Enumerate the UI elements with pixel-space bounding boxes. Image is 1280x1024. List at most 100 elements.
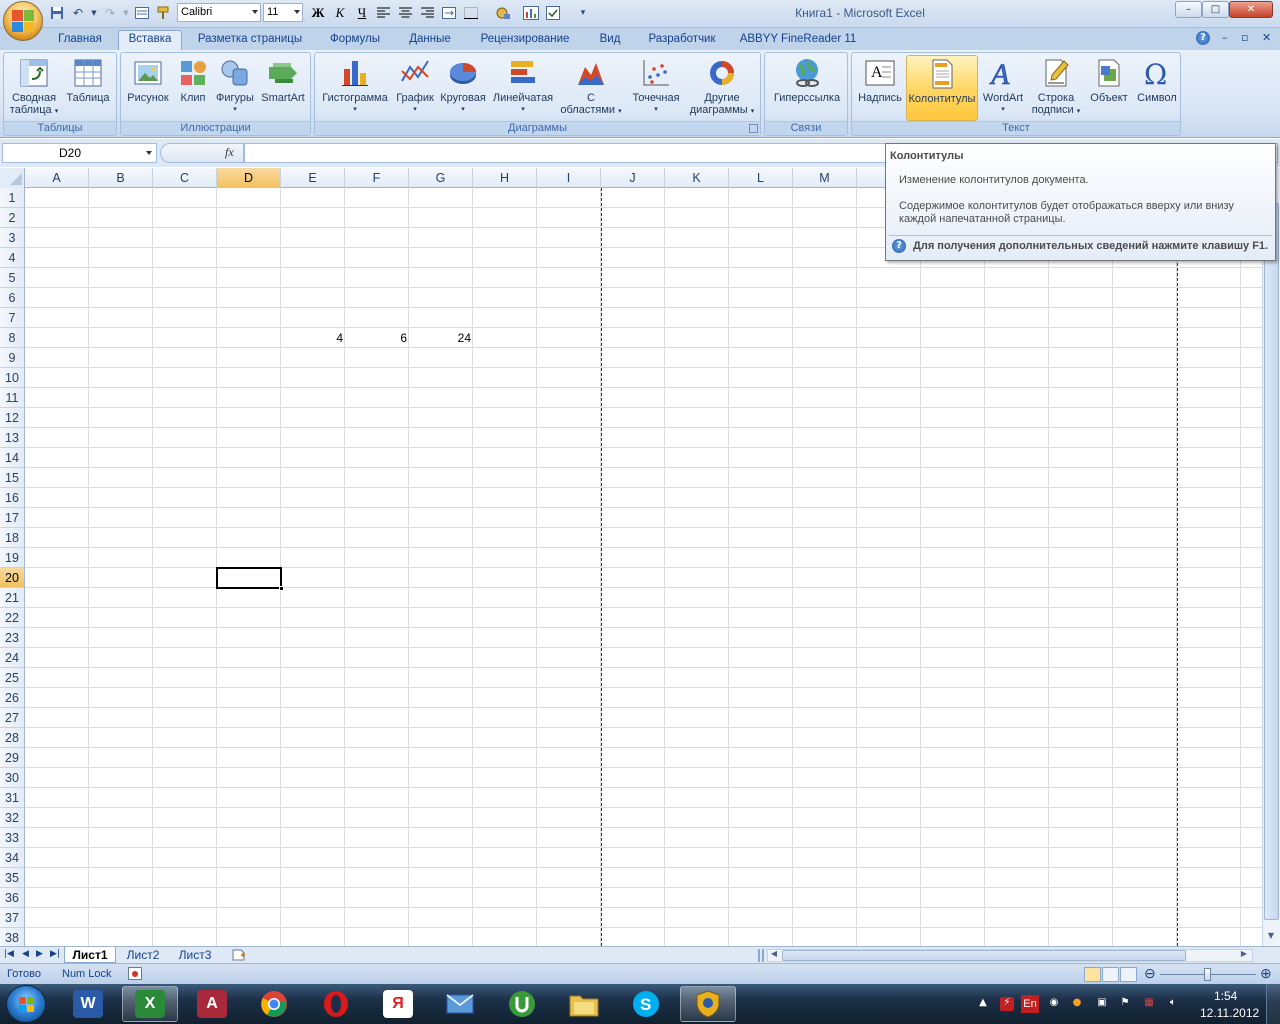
vertical-scroll-thumb[interactable] <box>1264 203 1279 920</box>
cell-area[interactable]: 4 6 24 <box>25 188 1262 946</box>
row-header-2[interactable]: 2 <box>0 208 25 228</box>
tab-page-layout[interactable]: Разметка страницы <box>190 31 310 50</box>
row-header-5[interactable]: 5 <box>0 268 25 288</box>
hyperlink-button[interactable]: Гиперссылка <box>769 55 845 121</box>
row-header-32[interactable]: 32 <box>0 808 25 828</box>
insert-sheet-button[interactable] <box>226 947 252 963</box>
taskbar-utorrent[interactable] <box>494 986 550 1022</box>
undo-icon[interactable]: ↶ <box>69 4 87 22</box>
clock-time[interactable]: 1:54 <box>1214 989 1237 1003</box>
row-header-21[interactable]: 21 <box>0 588 25 608</box>
check-button[interactable] <box>543 3 563 22</box>
header-footer-button[interactable]: Колонтитулы <box>906 55 978 121</box>
histogram-button[interactable]: Гистограмма ▾ <box>317 55 393 121</box>
tab-data[interactable]: Данные <box>400 31 460 50</box>
row-header-10[interactable]: 10 <box>0 368 25 388</box>
column-header-c[interactable]: C <box>153 168 217 188</box>
bar-chart-button[interactable]: Линейчатая ▾ <box>489 55 557 121</box>
row-header-8[interactable]: 8 <box>0 328 25 348</box>
fill-handle[interactable] <box>279 586 284 591</box>
pie-chart-button[interactable]: Круговая ▾ <box>437 55 489 121</box>
column-header-e[interactable]: E <box>281 168 345 188</box>
row-header-27[interactable]: 27 <box>0 708 25 728</box>
row-header-22[interactable]: 22 <box>0 608 25 628</box>
chevron-down-icon[interactable] <box>146 151 152 155</box>
action-center-flag-icon[interactable]: ⚑ <box>1118 997 1132 1011</box>
bold-button[interactable]: Ж <box>308 3 328 22</box>
underline-button[interactable]: Ч <box>352 3 372 22</box>
row-header-30[interactable]: 30 <box>0 768 25 788</box>
prev-sheet-icon[interactable]: ◀ <box>22 949 29 959</box>
row-header-4[interactable]: 4 <box>0 248 25 268</box>
tab-developer[interactable]: Разработчик <box>638 31 726 50</box>
row-header-26[interactable]: 26 <box>0 688 25 708</box>
tab-insert[interactable]: Вставка <box>118 30 182 51</box>
taskbar-opera[interactable] <box>308 986 364 1022</box>
start-button[interactable] <box>6 985 46 1023</box>
sheet-tab-2[interactable]: Лист2 <box>118 947 168 963</box>
row-header-29[interactable]: 29 <box>0 748 25 768</box>
name-box[interactable]: D20 <box>2 143 157 163</box>
row-header-14[interactable]: 14 <box>0 448 25 468</box>
row-header-28[interactable]: 28 <box>0 728 25 748</box>
row-header-35[interactable]: 35 <box>0 868 25 888</box>
first-sheet-icon[interactable]: |◀ <box>4 949 14 959</box>
tray-monitor-icon[interactable]: ▣ <box>1095 997 1109 1011</box>
align-center-button[interactable] <box>395 3 415 22</box>
row-header-33[interactable]: 33 <box>0 828 25 848</box>
zoom-out-icon[interactable]: ⊖ <box>1144 965 1156 982</box>
dialog-launcher-icon[interactable] <box>749 124 758 133</box>
row-header-19[interactable]: 19 <box>0 548 25 568</box>
clip-art-button[interactable]: Клип <box>173 55 213 121</box>
column-header-a[interactable]: A <box>25 168 89 188</box>
table-button[interactable]: Таблица <box>62 55 114 121</box>
language-indicator[interactable]: En <box>1021 995 1039 1013</box>
italic-button[interactable]: К <box>330 3 350 22</box>
taskbar-skype[interactable]: S <box>618 986 674 1022</box>
taskbar-mail[interactable] <box>432 986 488 1022</box>
redo-dropdown-icon[interactable]: ▼ <box>122 4 130 22</box>
undo-dropdown-icon[interactable]: ▼ <box>90 4 98 22</box>
form-icon[interactable] <box>133 4 151 22</box>
column-header-k[interactable]: K <box>665 168 729 188</box>
taskbar-security[interactable] <box>680 986 736 1022</box>
row-header-37[interactable]: 37 <box>0 908 25 928</box>
format-painter-icon[interactable] <box>154 4 172 22</box>
taskbar-chrome[interactable] <box>246 986 302 1022</box>
office-button[interactable] <box>3 1 43 41</box>
column-header-j[interactable]: J <box>601 168 665 188</box>
object-button[interactable]: Объект <box>1084 55 1134 121</box>
row-header-13[interactable]: 13 <box>0 428 25 448</box>
row-header-17[interactable]: 17 <box>0 508 25 528</box>
mdi-minimize-icon[interactable]: – <box>1222 31 1228 44</box>
tab-split-handle[interactable] <box>758 949 764 962</box>
pivot-table-button[interactable]: Сводная таблица ▾ <box>6 55 62 121</box>
horizontal-scroll-thumb[interactable] <box>782 950 1186 961</box>
zoom-slider-thumb[interactable] <box>1204 968 1211 981</box>
maximize-button[interactable]: □ <box>1202 1 1229 18</box>
column-header-g[interactable]: G <box>409 168 473 188</box>
row-header-3[interactable]: 3 <box>0 228 25 248</box>
horizontal-scrollbar[interactable]: ◀ ▶ <box>767 949 1253 962</box>
taskbar-access[interactable]: A <box>184 986 240 1022</box>
sheet-tab-1[interactable]: Лист1 <box>64 947 116 963</box>
row-header-25[interactable]: 25 <box>0 668 25 688</box>
row-header-34[interactable]: 34 <box>0 848 25 868</box>
taskbar-explorer[interactable] <box>556 986 612 1022</box>
row-header-9[interactable]: 9 <box>0 348 25 368</box>
shapes-button[interactable]: Фигуры ▾ <box>213 55 257 121</box>
active-cell-d20[interactable] <box>216 567 284 591</box>
insert-function-button[interactable]: fx <box>225 145 234 160</box>
row-header-36[interactable]: 36 <box>0 888 25 908</box>
area-chart-button[interactable]: С областями ▾ <box>557 55 625 121</box>
column-header-f[interactable]: F <box>345 168 409 188</box>
network-tray-icon[interactable]: ◉ <box>1047 997 1061 1011</box>
show-hidden-icons[interactable]: ▲ <box>976 997 990 1011</box>
smartart-button[interactable]: SmartArt <box>257 55 309 121</box>
column-header-d[interactable]: D <box>217 168 281 188</box>
row-header-12[interactable]: 12 <box>0 408 25 428</box>
mdi-restore-icon[interactable]: ▫ <box>1241 31 1248 44</box>
row-header-1[interactable]: 1 <box>0 188 25 208</box>
customize-qat-icon[interactable]: ▾ <box>573 3 593 22</box>
row-header-20[interactable]: 20 <box>0 568 25 588</box>
